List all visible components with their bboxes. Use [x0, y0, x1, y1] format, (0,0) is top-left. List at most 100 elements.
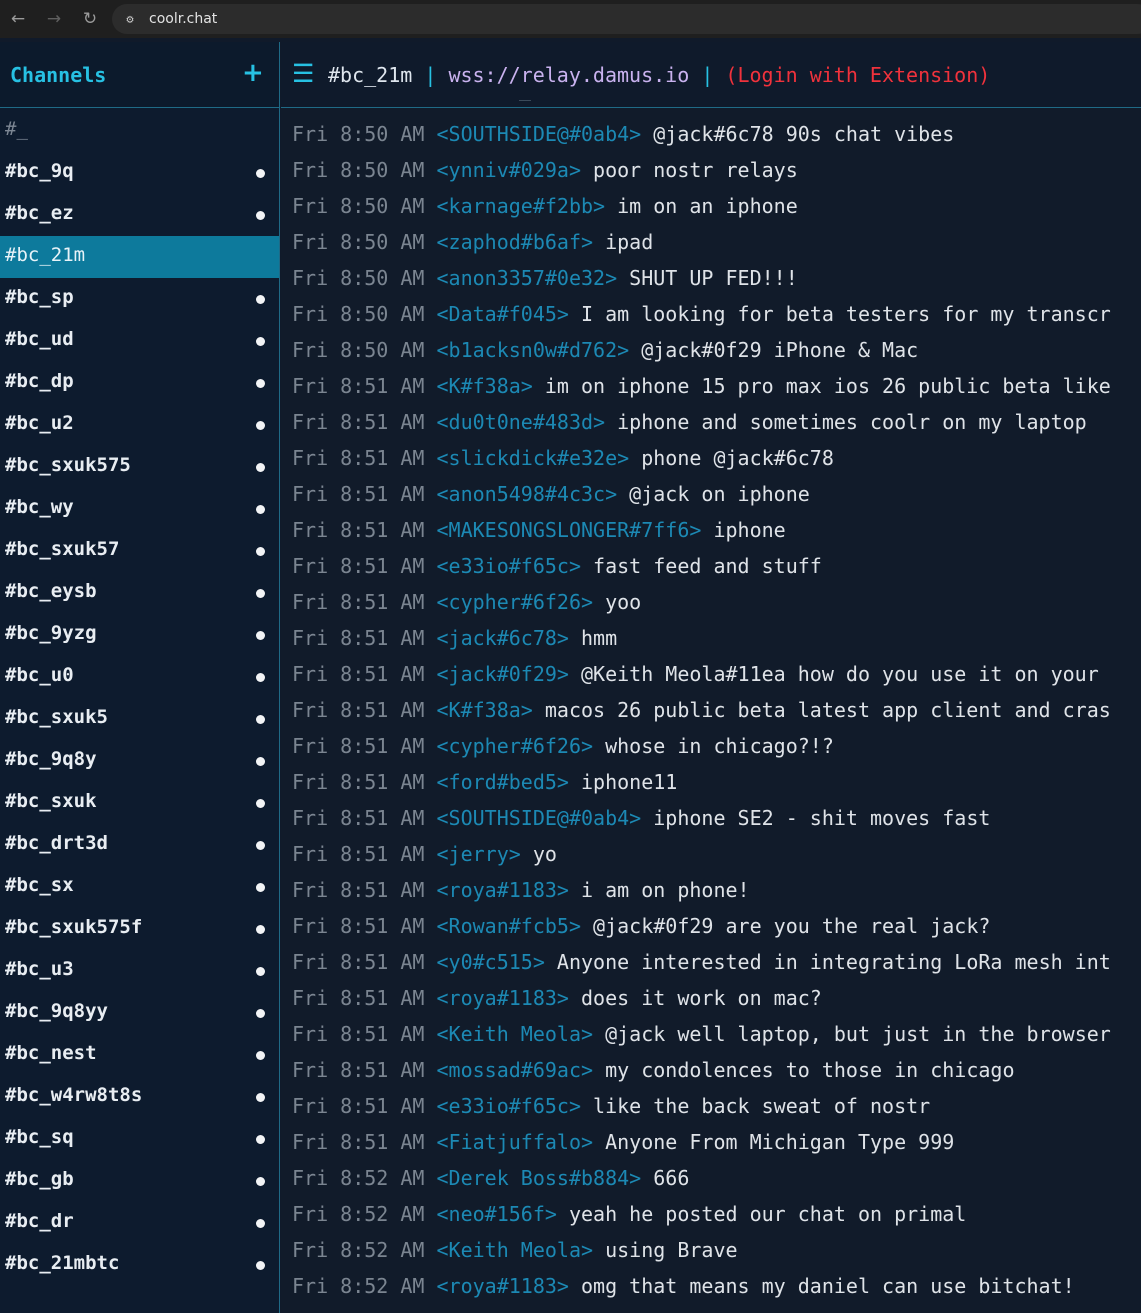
channel-item[interactable]: #bc_u0	[0, 656, 279, 698]
channel-item[interactable]: #bc_u3	[0, 950, 279, 992]
channel-label: #bc_9q8y	[5, 748, 97, 770]
channel-item[interactable]: #bc_sxuk5	[0, 698, 279, 740]
message-nick[interactable]: <zaphod#b6af>	[437, 230, 594, 254]
channel-item[interactable]: #bc_w4rw8t8s	[0, 1076, 279, 1118]
message-nick[interactable]: <slickdick#e32e>	[437, 446, 630, 470]
channel-label: #bc_9yzg	[5, 622, 97, 644]
message-time: Fri 8:50 AM	[292, 266, 425, 290]
channel-item[interactable]: #bc_9yzg	[0, 614, 279, 656]
unread-dot-icon	[256, 673, 265, 682]
message-time: Fri 8:52 AM	[292, 1202, 425, 1226]
message-nick[interactable]: <ford#bed5>	[437, 770, 569, 794]
message-row: Fri 8:51 AM <ford#bed5> iphone11	[292, 770, 1141, 806]
message-nick[interactable]: <Data#f045>	[437, 302, 569, 326]
message-nick[interactable]: <cypher#6f26>	[437, 734, 594, 758]
add-channel-icon[interactable]: +	[242, 58, 264, 88]
message-text: iphone	[713, 518, 786, 542]
menu-icon[interactable]: ☰	[292, 59, 314, 88]
message-text: @jack#0f29 iPhone & Mac	[641, 338, 919, 362]
channel-item[interactable]: #bc_eysb	[0, 572, 279, 614]
message-text: iphone SE2 - shit moves fast	[653, 806, 991, 830]
channel-item[interactable]: #bc_sq	[0, 1118, 279, 1160]
message-nick[interactable]: <roya#1183>	[437, 878, 569, 902]
channel-item[interactable]: #bc_drt3d	[0, 824, 279, 866]
channel-label: #bc_dp	[5, 370, 74, 392]
reload-icon[interactable]: ↻	[72, 0, 108, 38]
channel-item[interactable]: #bc_dr	[0, 1202, 279, 1244]
channel-item[interactable]: #bc_9q	[0, 152, 279, 194]
unread-dot-icon	[256, 1093, 265, 1102]
message-nick[interactable]: <e33io#f65c>	[437, 1094, 582, 1118]
message-text: whose in chicago?!?	[605, 734, 834, 758]
message-text: yeah he posted our chat on primal	[568, 1202, 967, 1226]
message-nick[interactable]: <jack#0f29>	[437, 662, 569, 686]
message-nick[interactable]: <SOUTHSIDE@#0ab4>	[437, 806, 642, 830]
message-nick[interactable]: <jack#6c78>	[437, 626, 569, 650]
channel-item[interactable]: #bc_sp	[0, 278, 279, 320]
channel-item[interactable]: #bc_sxuk575f	[0, 908, 279, 950]
channel-item[interactable]: #bc_sxuk57	[0, 530, 279, 572]
channel-item[interactable]: #bc_dp	[0, 362, 279, 404]
message-nick[interactable]: <neo#156f>	[437, 1202, 557, 1226]
back-icon[interactable]: ←	[0, 0, 36, 38]
message-nick[interactable]: <Derek Boss#b884>	[437, 1166, 642, 1190]
site-info-icon[interactable]: ⚙	[120, 9, 140, 29]
channel-item[interactable]: #bc_sxuk	[0, 782, 279, 824]
message-nick[interactable]: <K#f38a>	[437, 374, 533, 398]
channels-title: Channels	[10, 63, 107, 87]
login-with-extension-link[interactable]: (Login with Extension)	[725, 63, 990, 87]
message-nick[interactable]: <Keith Meola>	[437, 1022, 594, 1046]
message-nick[interactable]: <jerry>	[437, 842, 521, 866]
message-nick[interactable]: <du0t0ne#483d>	[437, 410, 606, 434]
channel-item[interactable]: #bc_gb	[0, 1160, 279, 1202]
message-nick[interactable]: <SOUTHSIDE@#0ab4>	[437, 122, 642, 146]
forward-icon[interactable]: →	[36, 0, 72, 38]
channel-item[interactable]: #bc_ud	[0, 320, 279, 362]
message-nick[interactable]: <b1acksn0w#d762>	[437, 338, 630, 362]
message-time: Fri 8:50 AM	[292, 302, 425, 326]
message-nick[interactable]: <karnage#f2bb>	[437, 194, 606, 218]
message-nick[interactable]: <anon3357#0e32>	[437, 266, 618, 290]
channel-item[interactable]: #bc_nest	[0, 1034, 279, 1076]
channel-item[interactable]: #bc_9q8y	[0, 740, 279, 782]
message-nick[interactable]: <ynniv#029a>	[437, 158, 582, 182]
channel-item[interactable]: #bc_u2	[0, 404, 279, 446]
message-nick[interactable]: <roya#1183>	[437, 1274, 569, 1298]
message-nick[interactable]: <y0#c515>	[437, 950, 545, 974]
message-nick[interactable]: <Fiatjuffalo>	[437, 1130, 594, 1154]
channel-label: #bc_9q8yy	[5, 1000, 108, 1022]
message-time: Fri 8:51 AM	[292, 662, 425, 686]
channel-label: #bc_u2	[5, 412, 74, 434]
chat-header: ☰ #bc_21m | wss://relay.damus.io | (Logi…	[281, 42, 1141, 108]
channel-item[interactable]: #bc_wy	[0, 488, 279, 530]
channel-item[interactable]: #bc_sxuk575	[0, 446, 279, 488]
message-nick[interactable]: <MAKESONGSLONGER#7ff6>	[437, 518, 702, 542]
message-nick[interactable]: <e33io#f65c>	[437, 554, 582, 578]
channel-label: #bc_sxuk	[5, 790, 97, 812]
message-time: Fri 8:51 AM	[292, 878, 425, 902]
channel-item[interactable]: #bc_sx	[0, 866, 279, 908]
message-nick[interactable]: <Rowan#fcb5>	[437, 914, 582, 938]
message-nick[interactable]: <Keith Meola>	[437, 1238, 594, 1262]
message-nick[interactable]: <cypher#6f26>	[437, 590, 594, 614]
message-nick[interactable]: <K#f38a>	[437, 698, 533, 722]
unread-dot-icon	[256, 715, 265, 724]
channel-item[interactable]: #bc_9q8yy	[0, 992, 279, 1034]
url-text[interactable]: coolr.chat	[149, 11, 217, 27]
message-text: im on an iphone	[617, 194, 798, 218]
channel-item[interactable]: #bc_21m	[0, 236, 279, 278]
message-row: Fri 8:50 AM <b1acksn0w#d762> @jack#0f29 …	[292, 338, 1141, 374]
unread-dot-icon	[256, 841, 265, 850]
channel-item[interactable]: #bc_21mbtc	[0, 1244, 279, 1286]
message-nick[interactable]: <roya#1183>	[437, 986, 569, 1010]
message-nick[interactable]: <mossad#69ac>	[437, 1058, 594, 1082]
channel-item[interactable]: #_	[0, 110, 279, 152]
channel-label: #bc_u0	[5, 664, 74, 686]
message-nick[interactable]: <anon5498#4c3c>	[437, 482, 618, 506]
address-bar[interactable]: ⚙ coolr.chat	[112, 4, 1141, 34]
message-time: Fri 8:51 AM	[292, 842, 425, 866]
message-text: macos 26 public beta latest app client a…	[544, 698, 1111, 722]
channel-item[interactable]: #bc_ez	[0, 194, 279, 236]
message-time: Fri 8:51 AM	[292, 770, 425, 794]
relay-url[interactable]: wss://relay.damus.io	[448, 63, 689, 87]
